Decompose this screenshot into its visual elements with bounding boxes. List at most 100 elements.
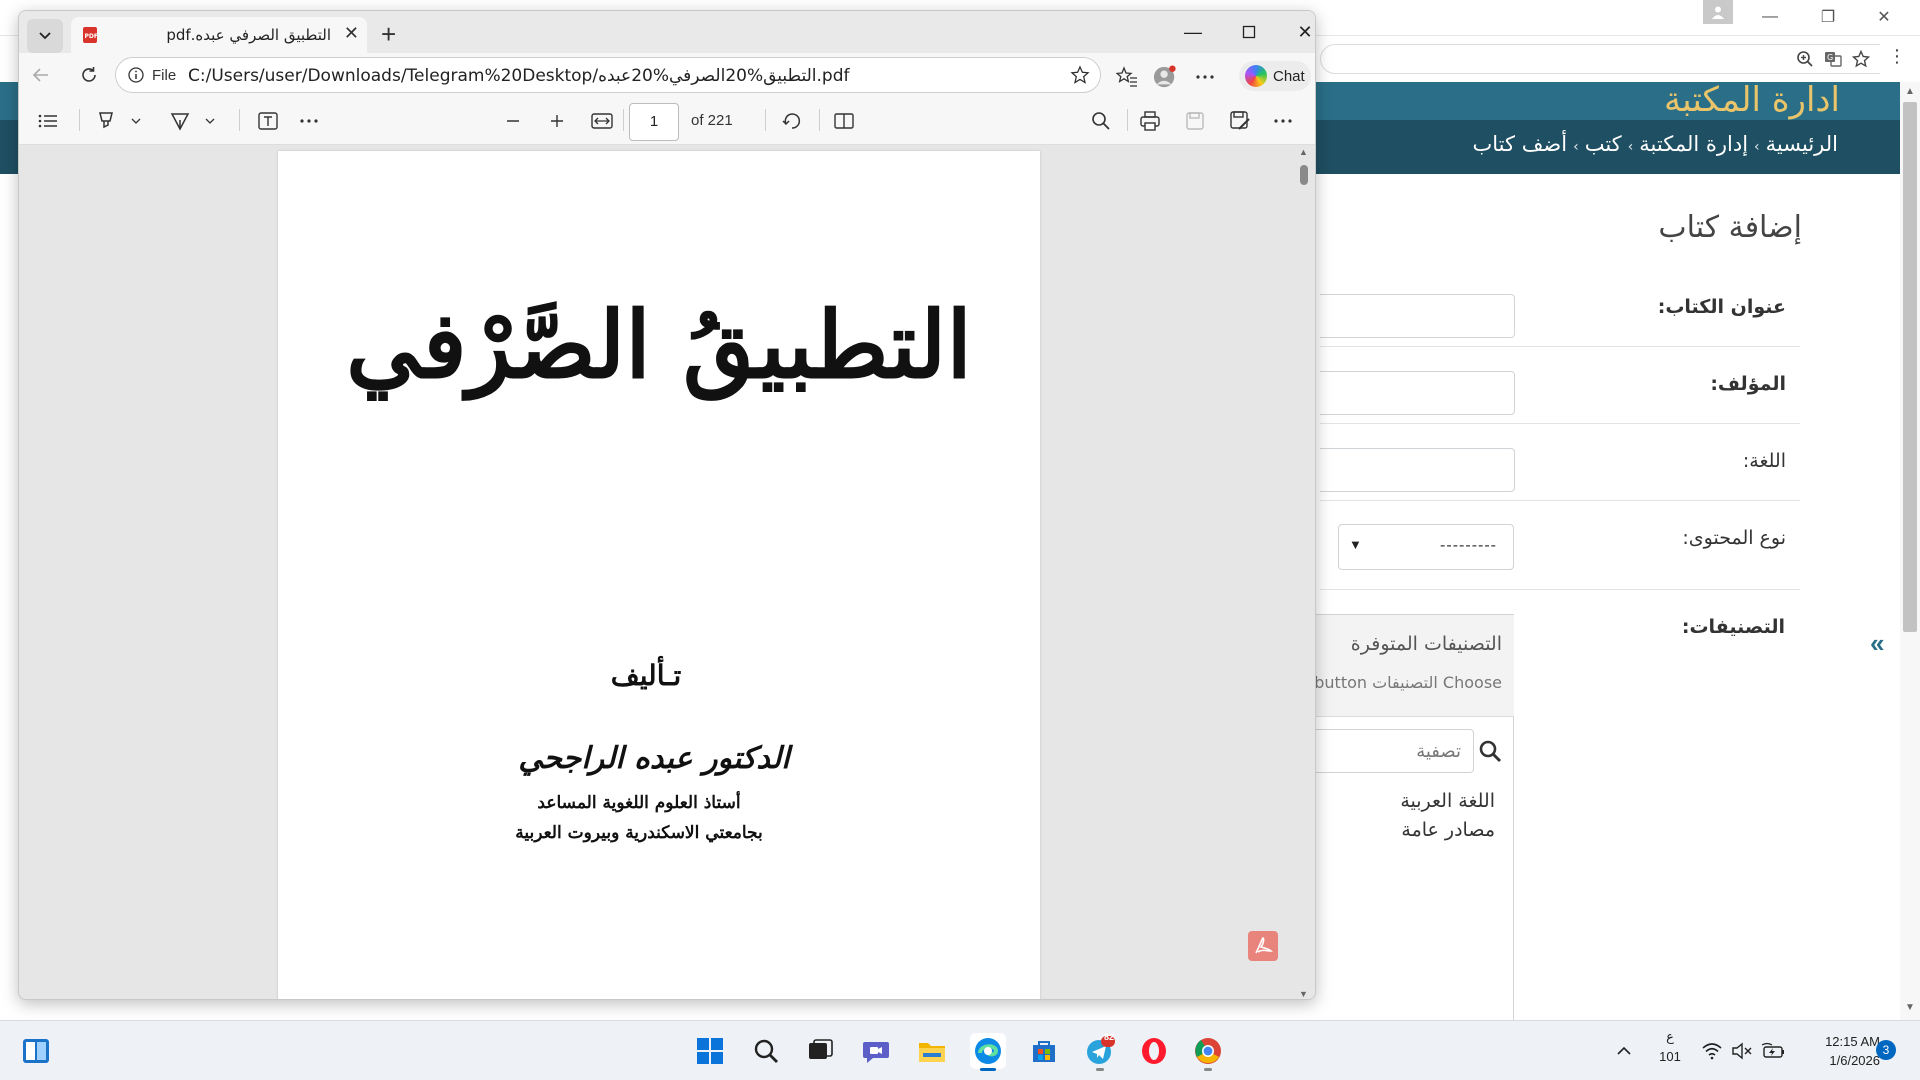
zoom-in-icon[interactable] bbox=[549, 109, 565, 133]
scroll-up-icon[interactable]: ▲ bbox=[1299, 147, 1308, 157]
new-tab-icon[interactable]: + bbox=[381, 19, 396, 50]
microsoft-store-icon[interactable] bbox=[1026, 1033, 1062, 1069]
background-scrollbar[interactable]: ▲ ▼ bbox=[1900, 82, 1920, 1020]
translate-icon[interactable]: G bbox=[1824, 50, 1842, 68]
input-language-code[interactable]: 101 bbox=[1656, 1049, 1684, 1064]
battery-charging-icon[interactable] bbox=[1756, 1033, 1792, 1069]
scrollbar-thumb[interactable] bbox=[1903, 102, 1917, 632]
page-view-icon[interactable] bbox=[833, 109, 855, 133]
running-app-indicator bbox=[1204, 1068, 1212, 1071]
widgets-icon[interactable] bbox=[18, 1033, 54, 1069]
task-view-icon[interactable] bbox=[802, 1033, 838, 1069]
search-icon[interactable] bbox=[748, 1033, 784, 1069]
rotate-icon[interactable] bbox=[781, 109, 803, 133]
language-label: اللغة: bbox=[1742, 450, 1786, 472]
close-icon[interactable]: ✕ bbox=[1283, 17, 1315, 47]
draw-icon[interactable] bbox=[169, 109, 191, 133]
favorite-star-icon[interactable] bbox=[1070, 65, 1090, 85]
toolbar-divider bbox=[1127, 109, 1128, 131]
highlight-icon[interactable] bbox=[95, 109, 117, 133]
more-options-icon[interactable] bbox=[1273, 109, 1293, 133]
minimize-icon[interactable]: — bbox=[1742, 0, 1798, 34]
more-tools-icon[interactable] bbox=[299, 109, 319, 133]
refresh-icon[interactable] bbox=[75, 61, 103, 89]
input-language-script[interactable]: ع bbox=[1660, 1029, 1680, 1045]
zoom-icon[interactable] bbox=[1796, 50, 1814, 68]
pdf-scrollbar[interactable]: ▲ ▼ bbox=[1295, 145, 1313, 999]
text-box-icon[interactable] bbox=[257, 109, 279, 133]
contents-list-icon[interactable] bbox=[37, 109, 59, 133]
zoom-out-icon[interactable] bbox=[505, 109, 521, 133]
breadcrumb-books[interactable]: كتب bbox=[1585, 132, 1622, 156]
form-row-language: اللغة: bbox=[1320, 424, 1800, 501]
save-icon[interactable] bbox=[1185, 109, 1205, 133]
minimize-icon[interactable]: — bbox=[1171, 17, 1215, 47]
title-label: عنوان الكتاب: bbox=[1657, 296, 1786, 318]
copilot-chat-button[interactable]: Chat bbox=[1239, 61, 1311, 91]
page-number-input[interactable]: 1 bbox=[629, 103, 679, 141]
tab-actions-menu[interactable] bbox=[27, 19, 63, 53]
opera-icon[interactable] bbox=[1136, 1033, 1172, 1069]
chevron-down-icon[interactable] bbox=[131, 109, 141, 133]
pdf-toolbar: 1 of 221 bbox=[19, 95, 1315, 145]
profile-icon[interactable] bbox=[1703, 0, 1733, 24]
back-icon[interactable] bbox=[27, 61, 55, 89]
background-address-bar[interactable]: G bbox=[1320, 44, 1880, 74]
scroll-down-icon[interactable]: ▼ bbox=[1299, 989, 1308, 999]
volume-muted-icon[interactable] bbox=[1724, 1033, 1760, 1069]
list-item[interactable]: مصادر عامة bbox=[1400, 816, 1495, 845]
teams-chat-icon[interactable] bbox=[858, 1033, 894, 1069]
start-icon[interactable] bbox=[692, 1033, 728, 1069]
tab-pdf[interactable]: PDF التطبيق الصرفي عبده.pdf ✕ bbox=[71, 17, 367, 53]
pdf-page[interactable]: التطبيقُ الصَّرْفي تـأليف الدكتور عبده ا… bbox=[278, 151, 1040, 999]
list-item[interactable]: اللغة العربية bbox=[1400, 787, 1495, 816]
telegram-badge: 82 bbox=[1104, 1032, 1115, 1042]
notification-badge[interactable]: 3 bbox=[1876, 1040, 1896, 1060]
maximize-icon[interactable] bbox=[1227, 17, 1271, 47]
double-chevron-left-icon[interactable]: « bbox=[1870, 628, 1884, 659]
menu-kebab-icon[interactable]: ⋮ bbox=[1888, 46, 1906, 67]
content-type-select[interactable]: --------- ▼ bbox=[1338, 524, 1514, 570]
categories-filter-input[interactable]: تصفية bbox=[1300, 729, 1474, 773]
chrome-icon[interactable] bbox=[1190, 1033, 1226, 1071]
breadcrumb-library-admin[interactable]: إدارة المكتبة bbox=[1639, 132, 1748, 156]
breadcrumb-home[interactable]: الرئيسية bbox=[1766, 132, 1838, 156]
browser-toolbar: File C:/Users/user/Downloads/Telegram%20… bbox=[19, 53, 1315, 95]
info-icon[interactable] bbox=[128, 67, 144, 83]
telegram-icon[interactable]: 82 bbox=[1082, 1032, 1118, 1071]
close-tab-icon[interactable]: ✕ bbox=[344, 23, 359, 44]
more-options-icon[interactable] bbox=[1193, 65, 1217, 89]
scroll-up-icon[interactable]: ▲ bbox=[1905, 86, 1915, 97]
chevron-down-icon[interactable] bbox=[205, 109, 215, 133]
svg-text:PDF: PDF bbox=[85, 33, 98, 40]
scrollbar-thumb[interactable] bbox=[1300, 165, 1308, 185]
scroll-down-icon[interactable]: ▼ bbox=[1905, 1002, 1915, 1013]
favorites-icon[interactable] bbox=[1115, 65, 1139, 89]
bookmark-star-icon[interactable] bbox=[1852, 50, 1870, 68]
save-as-icon[interactable] bbox=[1229, 109, 1251, 133]
fit-width-icon[interactable] bbox=[591, 109, 613, 133]
toolbar-divider bbox=[623, 109, 624, 131]
categories-label: التصنيفات: bbox=[1681, 616, 1785, 638]
print-icon[interactable] bbox=[1139, 109, 1161, 133]
pdf-viewer[interactable]: التطبيقُ الصَّرْفي تـأليف الدكتور عبده ا… bbox=[19, 145, 1315, 999]
file-explorer-icon[interactable] bbox=[914, 1033, 950, 1069]
title-input[interactable] bbox=[1320, 294, 1515, 338]
site-title[interactable]: ادارة المكتبة bbox=[1664, 80, 1840, 120]
address-bar[interactable]: File C:/Users/user/Downloads/Telegram%20… bbox=[115, 57, 1101, 93]
close-icon[interactable]: ✕ bbox=[1856, 0, 1912, 34]
svg-text:G: G bbox=[1827, 53, 1833, 62]
author-input[interactable] bbox=[1320, 371, 1515, 415]
search-icon[interactable] bbox=[1091, 109, 1111, 133]
author-label: المؤلف: bbox=[1710, 373, 1786, 395]
page-total: of 221 bbox=[691, 112, 733, 129]
edge-icon[interactable] bbox=[970, 1033, 1006, 1071]
restore-icon[interactable]: ❐ bbox=[1800, 0, 1856, 34]
categories-box-title: التصنيفات المتوفرة bbox=[1350, 633, 1502, 655]
system-clock[interactable]: 12:15 AM 1/6/2026 bbox=[1800, 1032, 1880, 1070]
profile-avatar-icon[interactable] bbox=[1153, 65, 1177, 89]
chevron-up-icon[interactable] bbox=[1606, 1033, 1642, 1069]
language-input[interactable] bbox=[1320, 448, 1515, 492]
url-text[interactable]: C:/Users/user/Downloads/Telegram%20Deskt… bbox=[188, 66, 850, 86]
acrobat-icon[interactable] bbox=[1248, 931, 1278, 961]
